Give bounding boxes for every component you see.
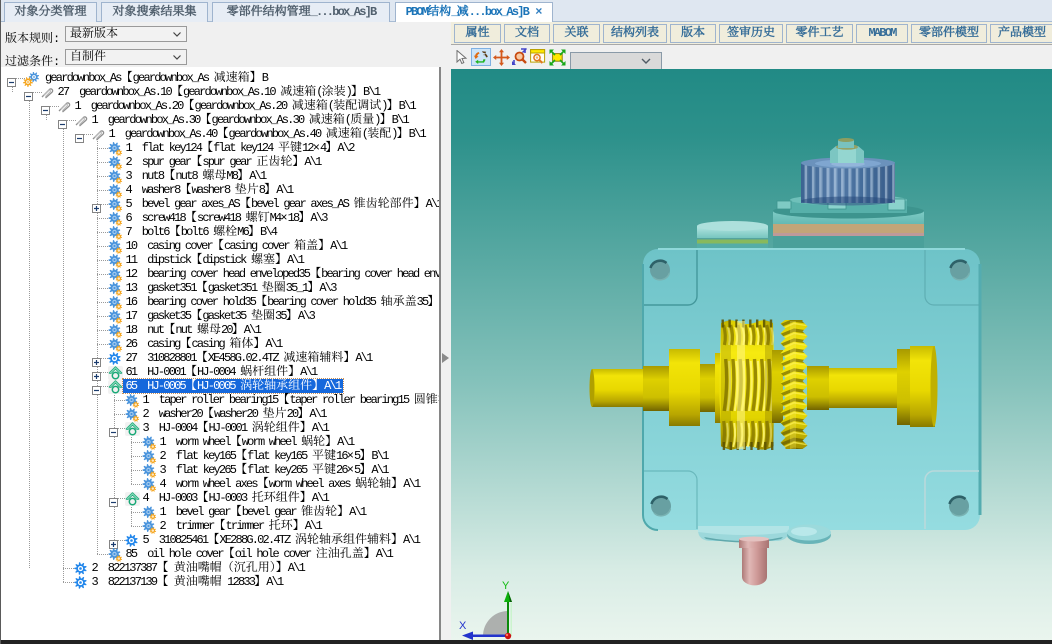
svg-text:Y: Y: [502, 580, 510, 592]
svg-text:X: X: [459, 620, 467, 632]
